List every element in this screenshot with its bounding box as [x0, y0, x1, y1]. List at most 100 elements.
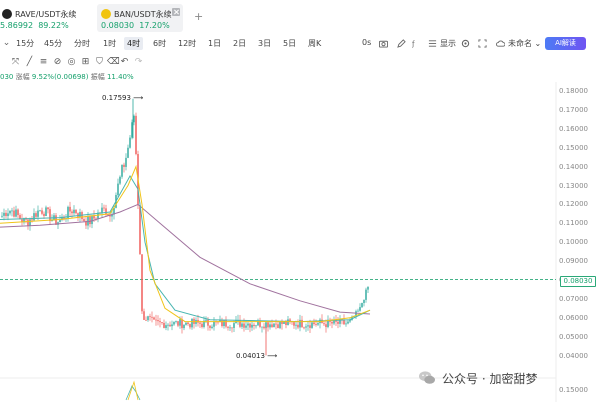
candle-body [307, 325, 309, 327]
candle-body [279, 321, 281, 329]
candle-body [123, 164, 125, 167]
tab-price-change: 5.86992 89.22% [0, 21, 69, 30]
display-settings-label[interactable]: 显示 [440, 38, 456, 49]
interval-12h[interactable]: 12时 [178, 38, 196, 49]
candle-body [311, 322, 313, 328]
candle-body [153, 317, 155, 320]
candle-body [133, 115, 135, 123]
interval-4h[interactable]: 4时 [124, 37, 144, 50]
undo-icon[interactable]: ↶ [119, 56, 130, 68]
ma-teal-line [0, 175, 371, 323]
chevron-down-icon[interactable]: ⌄ [2, 39, 11, 48]
candle-body [211, 326, 213, 328]
candle-body [199, 322, 201, 324]
price-axis-tick: 0.16000 [559, 124, 588, 133]
candle-body [323, 323, 325, 325]
candle-body [121, 164, 123, 177]
tab-rave-usdt[interactable]: RAVE/USDT永续 5.86992 89.22% [0, 4, 92, 32]
change-value: 9.52%(0.00698) [31, 73, 89, 81]
candle-body [69, 206, 71, 212]
shape-icon[interactable]: ◎ [66, 56, 77, 68]
candle-body [89, 216, 91, 225]
candle-body [315, 324, 317, 325]
fib-icon[interactable]: ≡ [38, 56, 49, 68]
interval-1d[interactable]: 1日 [208, 38, 221, 49]
tab-bar: RAVE/USDT永续 5.86992 89.22% BAN/USDT永续 0.… [0, 0, 600, 34]
interval-timeline[interactable]: 分时 [74, 38, 90, 49]
candle-body [305, 326, 307, 328]
candle-body [103, 207, 105, 209]
candle-body [155, 319, 157, 321]
interval-2d[interactable]: 2日 [233, 38, 246, 49]
svg-text:ƒ: ƒ [412, 39, 415, 48]
candle-body [179, 319, 181, 326]
interval-5d[interactable]: 5日 [283, 38, 296, 49]
camera-icon[interactable] [379, 39, 388, 48]
candle-body [261, 326, 263, 328]
interval-1w[interactable]: 周K [308, 38, 321, 49]
price-axis-tick: 0.06000 [559, 313, 588, 322]
layout-name-label[interactable]: 未命名 ⌄ [508, 38, 541, 49]
sliders-icon[interactable] [428, 39, 437, 48]
gear-icon[interactable] [461, 39, 470, 48]
candle-body [343, 319, 345, 325]
tab-title: BAN/USDT永续 [114, 10, 172, 19]
trend-line-icon[interactable]: ╱ [24, 56, 35, 68]
price-axis-tick: 0.15000 [559, 143, 588, 152]
fx-indicator-icon[interactable]: ƒ [412, 39, 421, 48]
tab-change: 17.20% [139, 21, 170, 30]
close-tab-icon[interactable] [172, 8, 180, 16]
filter-icon[interactable]: ⛉ [94, 56, 105, 68]
brush-icon[interactable]: ⊘ [52, 56, 63, 68]
candle-body [43, 213, 45, 216]
candle-body [267, 322, 269, 328]
interval-1h[interactable]: 1时 [103, 38, 116, 49]
interval-15m[interactable]: 15分 [16, 38, 34, 49]
interval-3d[interactable]: 3日 [258, 38, 271, 49]
candle-body [157, 320, 159, 322]
high-price-label: 0.17593 [102, 94, 131, 102]
candle-body [273, 323, 275, 328]
candle-body [275, 323, 277, 325]
tab-ban-usdt[interactable]: BAN/USDT永续 0.08030 17.20% [97, 4, 183, 32]
candle-body [247, 323, 249, 326]
low-price-annotation: 0.04013 ⟶ [236, 352, 278, 360]
price-axis-tick: 0.12000 [559, 200, 588, 209]
wechat-icon [419, 371, 435, 384]
candle-body [105, 208, 107, 215]
trash-icon[interactable]: ⌫ [107, 56, 120, 68]
interval-45m[interactable]: 45分 [44, 38, 62, 49]
candle-body [33, 213, 35, 221]
measure-icon[interactable]: ⊞ [80, 56, 91, 68]
price-axis-tick: 0.18000 [559, 87, 588, 95]
crosshair-icon[interactable]: ⤧ [10, 56, 21, 68]
candlestick-chart[interactable] [0, 82, 600, 402]
interval-6h[interactable]: 6时 [153, 38, 166, 49]
price-axis-tick: 0.05000 [559, 332, 588, 341]
edit-icon[interactable] [397, 39, 406, 48]
ban-coin-icon [101, 9, 111, 19]
candle-body [293, 322, 295, 326]
redo-icon[interactable]: ↷ [133, 56, 144, 68]
candle-body [173, 321, 175, 325]
candle-body [129, 137, 131, 148]
cloud-save-icon[interactable] [496, 39, 505, 48]
add-tab-icon[interactable]: + [194, 10, 203, 23]
candle-body [213, 321, 215, 327]
fullscreen-icon[interactable] [478, 39, 487, 48]
candle-body [309, 325, 311, 328]
candle-body [47, 207, 49, 210]
candle-body [171, 324, 173, 327]
clock-label[interactable]: 0s [362, 38, 371, 47]
unnamed-layout-label: 未命名 [508, 39, 532, 48]
chart-canvas[interactable] [0, 82, 600, 402]
candle-body [357, 310, 359, 312]
candle-body [29, 219, 31, 226]
price-axis-tick: 0.10000 [559, 238, 588, 247]
candle-body [191, 318, 193, 328]
ai-analysis-button[interactable]: AI解读 [545, 37, 586, 50]
candle-body [295, 324, 297, 326]
candle-body [71, 211, 73, 214]
candle-body [59, 219, 61, 223]
stat-prefix: 030 [0, 73, 14, 81]
